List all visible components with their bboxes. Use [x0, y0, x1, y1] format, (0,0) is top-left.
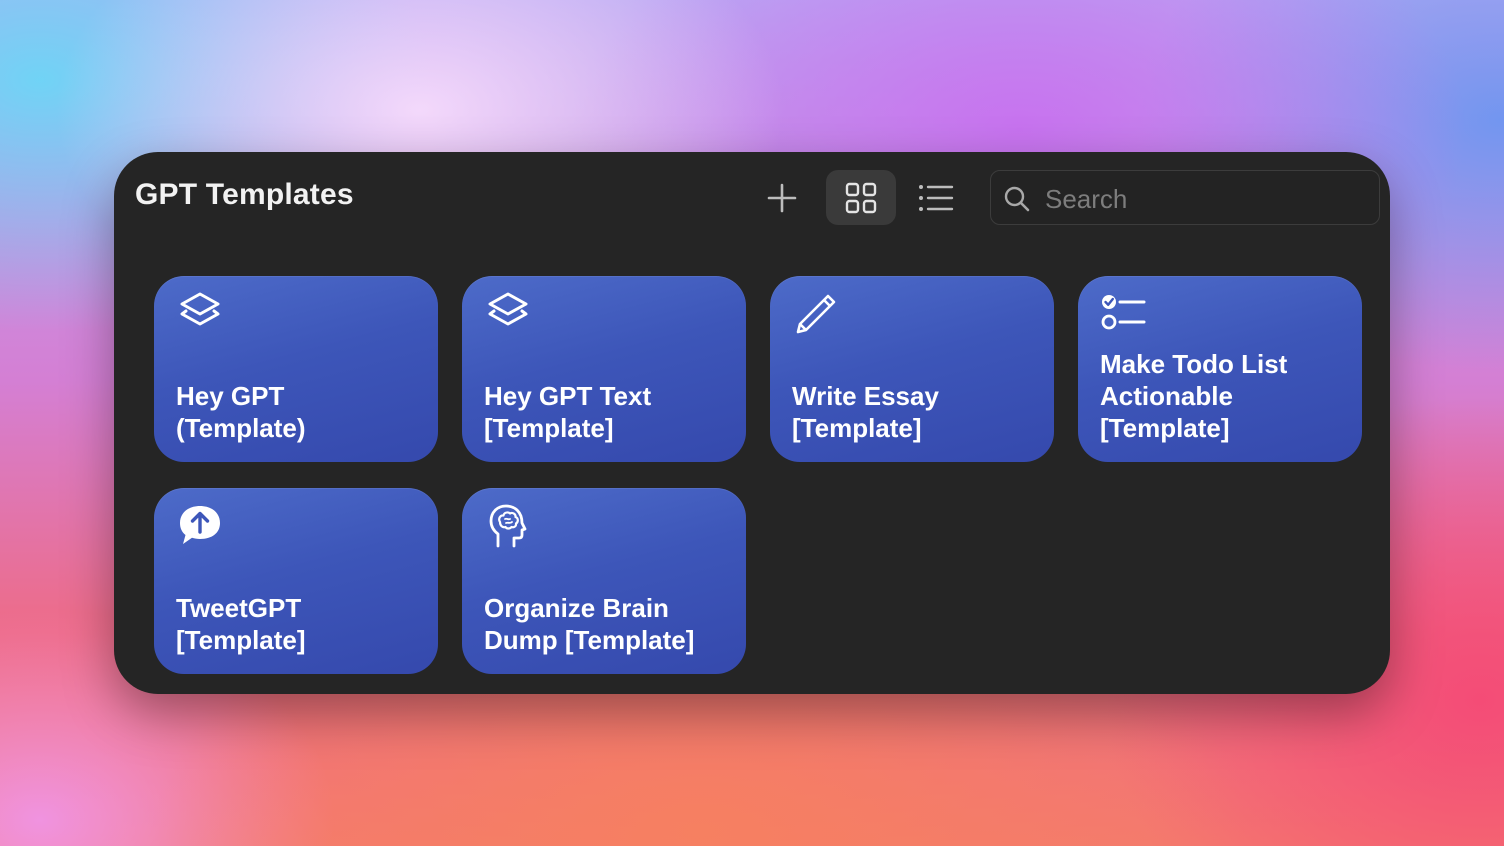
template-card-hey-gpt-text[interactable]: Hey GPT Text [Template]	[462, 276, 746, 462]
template-card-tweetgpt[interactable]: TweetGPT [Template]	[154, 488, 438, 674]
card-label: Hey GPT (Template)	[176, 381, 306, 443]
template-card-make-todo-list[interactable]: Make Todo List Actionable [Template]	[1078, 276, 1362, 462]
list-view-toggle[interactable]	[901, 170, 971, 225]
brain-head-icon	[489, 504, 527, 548]
speech-bubble-upload-icon	[180, 506, 220, 544]
add-template-button[interactable]	[747, 170, 817, 225]
template-card-organize-brain-dump[interactable]: Organize Brain Dump [Template]	[462, 488, 746, 674]
search-field[interactable]	[990, 170, 1380, 225]
card-label: Write Essay [Template]	[792, 381, 939, 443]
list-icon	[919, 184, 954, 211]
desktop-background: { "window": { "title": "GPT Templates" }…	[0, 0, 1504, 846]
checklist-icon	[1101, 295, 1146, 330]
card-label: Hey GPT Text [Template]	[484, 381, 652, 443]
gpt-templates-window: GPT Templates Search Hey GPT (Template) …	[114, 152, 1390, 694]
layers-icon	[488, 292, 528, 326]
template-card-hey-gpt[interactable]: Hey GPT (Template)	[154, 276, 438, 462]
layers-icon	[180, 292, 220, 326]
template-card-write-essay[interactable]: Write Essay [Template]	[770, 276, 1054, 462]
search-input[interactable]	[1043, 179, 1367, 219]
window-title: GPT Templates	[135, 178, 354, 211]
grid-view-toggle[interactable]	[826, 170, 896, 225]
grid-icon	[845, 182, 877, 213]
magnifier-icon	[1004, 186, 1030, 212]
card-label: TweetGPT [Template]	[176, 593, 306, 655]
plus-icon	[767, 183, 797, 212]
card-label: Make Todo List Actionable [Template]	[1100, 349, 1288, 443]
pencil-icon	[796, 294, 836, 334]
card-label: Organize Brain Dump [Template]	[484, 593, 695, 655]
